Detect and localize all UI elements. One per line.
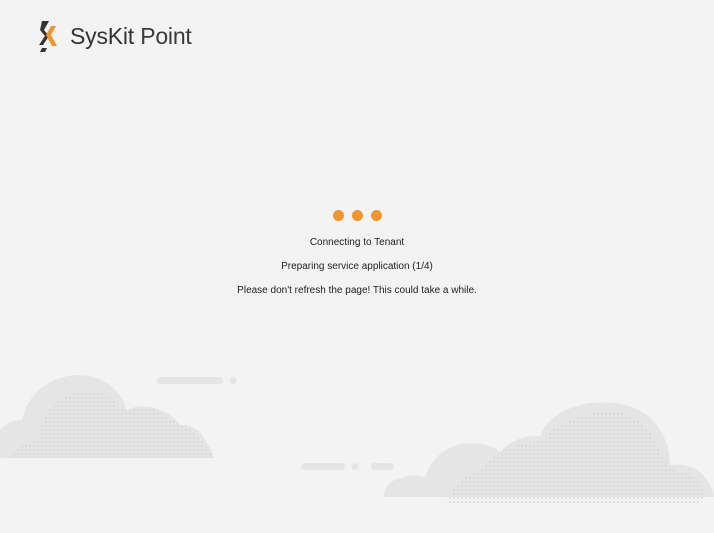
status-step: Preparing service application (1/4): [281, 261, 433, 272]
product-name: Point: [140, 23, 192, 49]
dash-shape: [157, 377, 223, 384]
right-cloud: [383, 402, 714, 505]
loading-dot: [351, 210, 363, 221]
dash-dot: [351, 463, 359, 470]
status-notice: Please don't refresh the page! This coul…: [237, 285, 477, 296]
loading-dot: [370, 210, 382, 221]
dash-shape: [301, 463, 345, 470]
dash-shape: [371, 463, 394, 470]
dash-dot: [229, 377, 237, 384]
loading-dot: [332, 210, 344, 221]
loading-page: SysKit Point Connecting to Tenant Prepar…: [0, 0, 714, 533]
left-cloud: [0, 375, 214, 458]
loading-indicator: [0, 210, 714, 221]
syskit-point-logo: SysKit Point: [38, 18, 192, 54]
logo-text: SysKit Point: [70, 18, 192, 54]
clouds-illustration-icon: [0, 375, 714, 505]
status-title: Connecting to Tenant: [309, 237, 405, 248]
syskit-logo-icon: [39, 21, 57, 52]
brand-name: SysKit: [70, 23, 134, 49]
